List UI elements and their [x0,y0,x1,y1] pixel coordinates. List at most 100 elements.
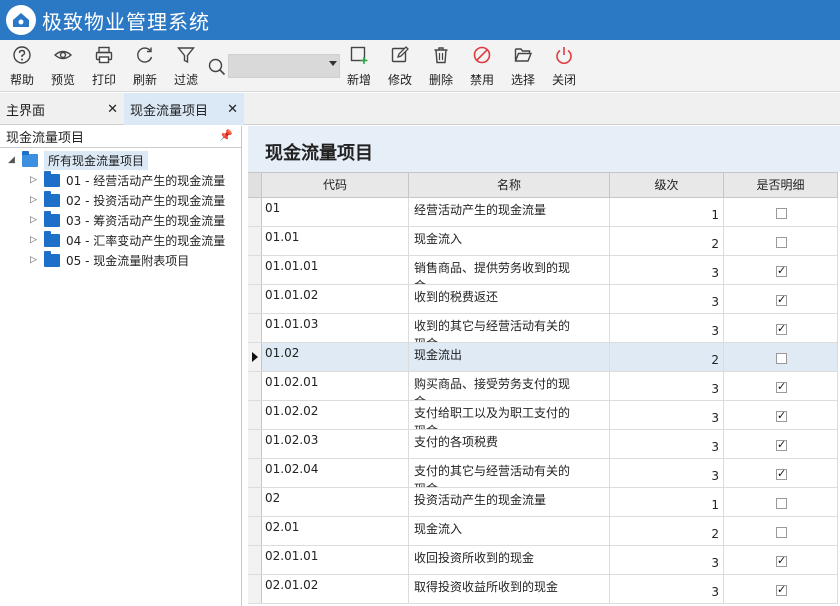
expand-icon[interactable]: ▷ [30,235,40,245]
expand-icon[interactable]: ▷ [30,215,40,225]
cell-code[interactable]: 02.01.02 [262,575,409,603]
detail-checkbox[interactable] [776,208,787,219]
tree-item-05[interactable]: ▷ 05 - 现金流量附表项目 [30,250,189,270]
column-header-level[interactable]: 级次 [610,173,724,197]
tree-item-01[interactable]: ▷ 01 - 经营活动产生的现金流量 [30,170,225,190]
cell-level[interactable]: 2 [610,517,724,545]
cell-name[interactable]: 取得投资收益所收到的现金 [409,575,610,603]
print-button[interactable]: 打印 [86,45,122,89]
row-indicator[interactable] [248,256,262,284]
cell-level[interactable]: 3 [610,575,724,603]
table-row[interactable]: 02.01 现金流入 2 [248,517,838,546]
detail-checkbox[interactable] [776,237,787,248]
cell-code[interactable]: 02.01 [262,517,409,545]
detail-checkbox[interactable] [776,353,787,364]
cell-name[interactable]: 收到的其它与经营活动有关的 现金 [409,314,610,342]
cell-code[interactable]: 01.01.01 [262,256,409,284]
row-indicator[interactable] [248,198,262,226]
cell-code[interactable]: 01.01.03 [262,314,409,342]
tab-home[interactable]: 主界面 ✕ [0,93,124,125]
row-indicator[interactable] [248,314,262,342]
help-button[interactable]: 帮助 [4,45,40,89]
cell-level[interactable]: 3 [610,430,724,458]
table-row[interactable]: 01.02 现金流出 2 [248,343,838,372]
cell-code[interactable]: 01.02.04 [262,459,409,487]
table-row[interactable]: 01.02.03 支付的各项税费 3 [248,430,838,459]
detail-checkbox[interactable] [776,498,787,509]
collapse-icon[interactable]: ◢ [8,155,18,165]
cell-level[interactable]: 3 [610,459,724,487]
table-row[interactable]: 01.01.03收到的其它与经营活动有关的 现金3 [248,314,838,343]
row-indicator[interactable] [248,285,262,313]
cell-name[interactable]: 现金流入 [409,227,610,255]
cell-code[interactable]: 01.02 [262,343,409,371]
cell-level[interactable]: 3 [610,256,724,284]
edit-button[interactable]: 修改 [382,45,418,89]
cell-name[interactable]: 支付给职工以及为职工支付的 现金 [409,401,610,429]
detail-checkbox[interactable] [776,467,787,480]
cell-level[interactable]: 3 [610,372,724,400]
column-header-name[interactable]: 名称 [409,173,610,197]
cell-code[interactable]: 02.01.01 [262,546,409,574]
table-row[interactable]: 02.01.02 取得投资收益所收到的现金 3 [248,575,838,604]
detail-checkbox[interactable] [776,554,787,567]
cell-level[interactable]: 3 [610,314,724,342]
cell-code[interactable]: 01 [262,198,409,226]
cell-level[interactable]: 1 [610,198,724,226]
detail-checkbox[interactable] [776,293,787,306]
cell-name[interactable]: 销售商品、提供劳务收到的现 金 [409,256,610,284]
close-button[interactable]: 关闭 [546,45,582,89]
cell-name[interactable]: 现金流出 [409,343,610,371]
tree-item-04[interactable]: ▷ 04 - 汇率变动产生的现金流量 [30,230,225,250]
table-row[interactable]: 01.01.02 收到的税费返还 3 [248,285,838,314]
cell-code[interactable]: 01.02.01 [262,372,409,400]
row-indicator[interactable] [248,459,262,487]
add-button[interactable]: 新增 [341,45,377,89]
cell-name[interactable]: 支付的其它与经营活动有关的 现金 [409,459,610,487]
table-row[interactable]: 01.02.04支付的其它与经营活动有关的 现金3 [248,459,838,488]
table-row[interactable]: 01.01.01销售商品、提供劳务收到的现 金3 [248,256,838,285]
expand-icon[interactable]: ▷ [30,255,40,265]
row-indicator[interactable] [248,430,262,458]
column-header-detail[interactable]: 是否明细 [724,173,838,197]
cell-name[interactable]: 购买商品、接受劳务支付的现 金 [409,372,610,400]
cell-level[interactable]: 1 [610,488,724,516]
detail-checkbox[interactable] [776,409,787,422]
detail-checkbox[interactable] [776,583,787,596]
cell-code[interactable]: 01.01 [262,227,409,255]
row-indicator[interactable] [248,488,262,516]
cell-code[interactable]: 02 [262,488,409,516]
tree-root[interactable]: ◢ 所有现金流量项目 [8,150,149,170]
tree-item-02[interactable]: ▷ 02 - 投资活动产生的现金流量 [30,190,225,210]
column-header-code[interactable]: 代码 [262,173,409,197]
row-indicator[interactable] [248,227,262,255]
tab-cashflow[interactable]: 现金流量项目 ✕ [124,93,244,125]
detail-checkbox[interactable] [776,264,787,277]
cell-code[interactable]: 01.02.02 [262,401,409,429]
detail-checkbox[interactable] [776,438,787,451]
cell-level[interactable]: 2 [610,227,724,255]
disable-button[interactable]: 禁用 [464,45,500,89]
detail-checkbox[interactable] [776,380,787,393]
cell-name[interactable]: 支付的各项税费 [409,430,610,458]
preview-button[interactable]: 预览 [45,45,81,89]
row-indicator[interactable] [248,546,262,574]
table-row[interactable]: 02 投资活动产生的现金流量 1 [248,488,838,517]
cell-level[interactable]: 3 [610,401,724,429]
filter-button[interactable]: 过滤 [168,45,204,89]
cell-level[interactable]: 3 [610,546,724,574]
cell-name[interactable]: 收回投资所收到的现金 [409,546,610,574]
chevron-down-icon[interactable] [329,61,337,66]
cell-level[interactable]: 2 [610,343,724,371]
cell-name[interactable]: 经营活动产生的现金流量 [409,198,610,226]
row-indicator[interactable] [248,517,262,545]
row-indicator[interactable] [248,401,262,429]
refresh-button[interactable]: 刷新 [127,45,163,89]
table-row[interactable]: 01.02.01购买商品、接受劳务支付的现 金3 [248,372,838,401]
tree-item-03[interactable]: ▷ 03 - 筹资活动产生的现金流量 [30,210,225,230]
cell-code[interactable]: 01.01.02 [262,285,409,313]
pin-icon[interactable]: 📌 [219,129,233,142]
close-icon[interactable]: ✕ [227,102,238,117]
detail-checkbox[interactable] [776,322,787,335]
table-row[interactable]: 01 经营活动产生的现金流量 1 [248,198,838,227]
